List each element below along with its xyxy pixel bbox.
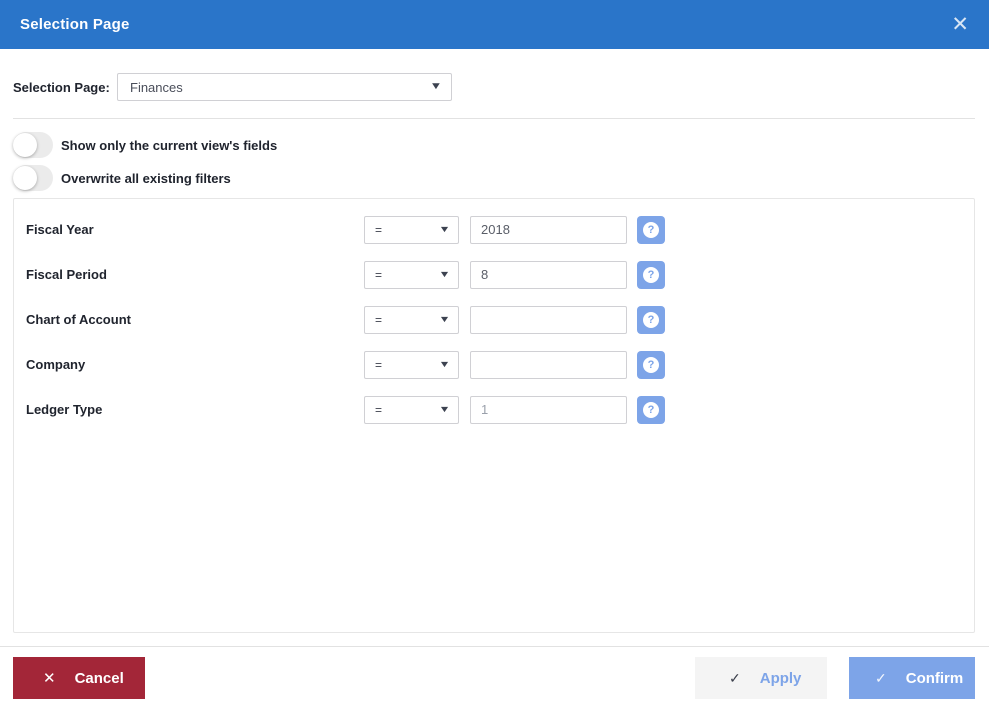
filter-label: Chart of Account: [26, 312, 364, 327]
selection-page-dialog: Selection Page ✕ Selection Page: Finance…: [0, 0, 989, 707]
section-divider: [13, 118, 975, 119]
chevron-down-icon: ▼: [430, 82, 443, 92]
chevron-down-icon: ▼: [439, 405, 451, 414]
close-icon[interactable]: ✕: [947, 10, 973, 39]
help-button[interactable]: ?: [637, 396, 665, 424]
apply-label: Apply: [760, 670, 802, 687]
toggle-overwrite-filters[interactable]: [13, 165, 53, 191]
filter-value-input[interactable]: [470, 351, 627, 379]
filter-value-input[interactable]: [470, 261, 627, 289]
check-icon: ✓: [729, 671, 741, 685]
filter-label: Ledger Type: [26, 402, 364, 417]
selection-page-value: Finances: [130, 80, 183, 95]
filter-label: Company: [26, 357, 364, 372]
filter-value-input[interactable]: [470, 306, 627, 334]
filter-row-chart-of-account: Chart of Account = ▼ ?: [26, 297, 962, 342]
operator-dropdown[interactable]: = ▼: [364, 396, 459, 424]
filters-panel: Fiscal Year = ▼ ? Fiscal Period = ▼: [13, 198, 975, 633]
help-button[interactable]: ?: [637, 216, 665, 244]
apply-button[interactable]: ✓ Apply: [695, 657, 827, 699]
question-mark-icon: ?: [643, 267, 659, 283]
filter-row-ledger-type: Ledger Type = ▼ ?: [26, 387, 962, 432]
confirm-button[interactable]: ✓ Confirm: [849, 657, 975, 699]
filter-row-fiscal-year: Fiscal Year = ▼ ?: [26, 207, 962, 252]
filter-label: Fiscal Period: [26, 267, 364, 282]
selection-page-label: Selection Page:: [13, 80, 117, 95]
toggle-current-view-fields[interactable]: [13, 132, 53, 158]
filter-label: Fiscal Year: [26, 222, 364, 237]
toggle-knob: [13, 166, 37, 190]
dialog-title: Selection Page: [20, 16, 130, 33]
dialog-footer: ✕ Cancel ✓ Apply ✓ Confirm: [0, 657, 989, 699]
chevron-down-icon: ▼: [439, 360, 451, 369]
operator-dropdown[interactable]: = ▼: [364, 261, 459, 289]
toggle-row-current-view-fields: Show only the current view's fields: [13, 132, 975, 158]
operator-dropdown[interactable]: = ▼: [364, 351, 459, 379]
dialog-body: Selection Page: Finances ▼ Show only the…: [0, 73, 989, 633]
selection-page-row: Selection Page: Finances ▼: [13, 73, 975, 101]
question-mark-icon: ?: [643, 402, 659, 418]
operator-dropdown[interactable]: = ▼: [364, 216, 459, 244]
cancel-label: Cancel: [75, 670, 124, 687]
toggle-label: Overwrite all existing filters: [61, 171, 231, 186]
help-button[interactable]: ?: [637, 306, 665, 334]
toggle-knob: [13, 133, 37, 157]
confirm-label: Confirm: [906, 670, 964, 687]
toggle-row-overwrite-filters: Overwrite all existing filters: [13, 165, 975, 191]
toggle-label: Show only the current view's fields: [61, 138, 277, 153]
check-icon: ✓: [875, 671, 887, 685]
filter-row-company: Company = ▼ ?: [26, 342, 962, 387]
selection-page-dropdown[interactable]: Finances ▼: [117, 73, 452, 101]
chevron-down-icon: ▼: [439, 270, 451, 279]
chevron-down-icon: ▼: [439, 315, 451, 324]
cancel-button[interactable]: ✕ Cancel: [13, 657, 145, 699]
help-button[interactable]: ?: [637, 351, 665, 379]
question-mark-icon: ?: [643, 357, 659, 373]
filter-value-input[interactable]: [470, 216, 627, 244]
question-mark-icon: ?: [643, 312, 659, 328]
filter-row-fiscal-period: Fiscal Period = ▼ ?: [26, 252, 962, 297]
question-mark-icon: ?: [643, 222, 659, 238]
help-button[interactable]: ?: [637, 261, 665, 289]
operator-value: =: [375, 403, 382, 417]
operator-value: =: [375, 358, 382, 372]
footer-divider: [0, 646, 989, 647]
operator-value: =: [375, 313, 382, 327]
operator-dropdown[interactable]: = ▼: [364, 306, 459, 334]
x-icon: ✕: [43, 671, 56, 686]
chevron-down-icon: ▼: [439, 225, 451, 234]
filter-value-input[interactable]: [470, 396, 627, 424]
operator-value: =: [375, 223, 382, 237]
dialog-header: Selection Page ✕: [0, 0, 989, 49]
operator-value: =: [375, 268, 382, 282]
